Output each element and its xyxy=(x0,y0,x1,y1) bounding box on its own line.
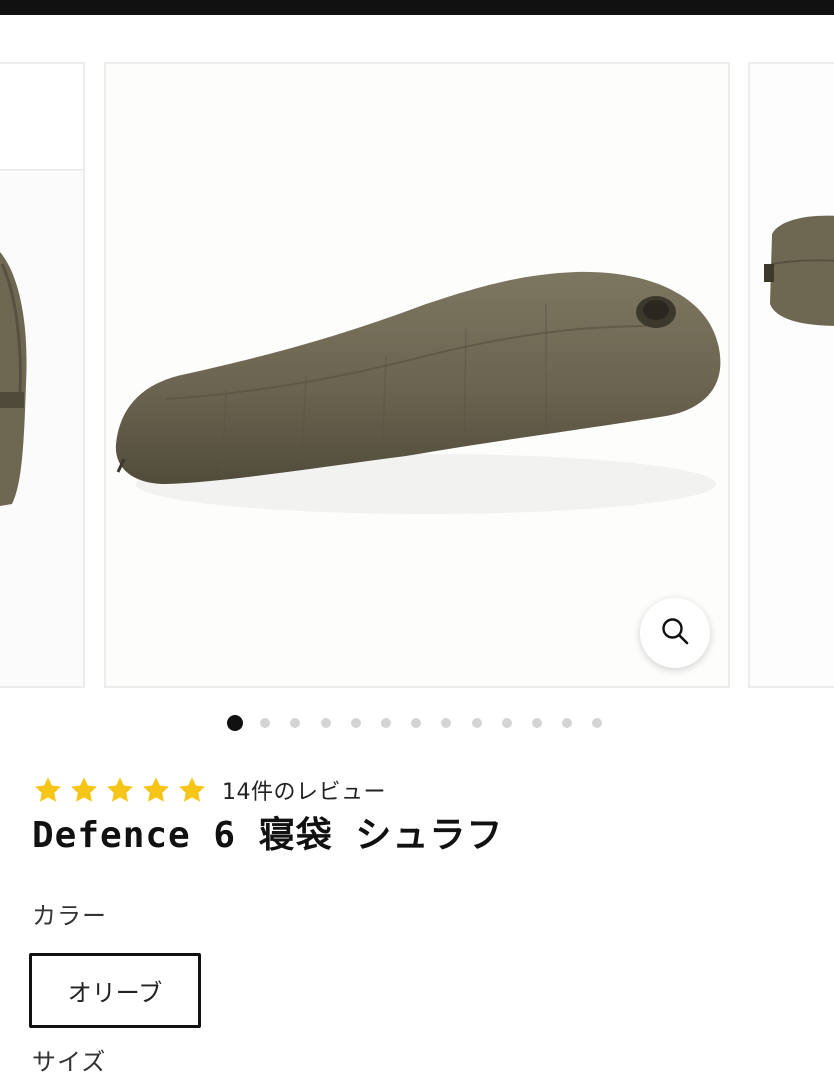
carousel-dot[interactable] xyxy=(441,718,452,728)
carousel-dot[interactable] xyxy=(350,718,361,728)
rolled-sleeping-bag-image xyxy=(0,64,83,686)
carousel-dot[interactable] xyxy=(562,718,573,728)
stuffed-sleeping-bag-image xyxy=(750,64,834,686)
star-icon xyxy=(71,777,97,802)
image-carousel[interactable] xyxy=(0,62,834,688)
magnifier-icon xyxy=(660,616,690,650)
review-count[interactable]: 14件のレビュー xyxy=(222,774,386,806)
carousel-slide-main[interactable] xyxy=(104,62,730,688)
color-swatch-label: オリーブ xyxy=(67,979,163,1007)
carousel-dot[interactable] xyxy=(227,715,243,731)
carousel-dot[interactable] xyxy=(532,718,542,728)
carousel-slide-previous[interactable] xyxy=(0,62,85,688)
carousel-dot[interactable] xyxy=(501,718,512,728)
carousel-dot[interactable] xyxy=(381,718,391,728)
size-option-label: サイズ xyxy=(32,1048,107,1076)
star-icon xyxy=(107,777,133,802)
star-icon xyxy=(143,777,169,802)
star-rating xyxy=(32,775,208,805)
star-icon xyxy=(179,777,205,802)
carousel-pagination xyxy=(0,712,834,734)
sleeping-bag-image xyxy=(106,64,728,686)
zoom-button[interactable] xyxy=(640,598,710,668)
carousel-dot[interactable] xyxy=(320,718,331,728)
carousel-dot[interactable] xyxy=(260,718,271,728)
star-icon xyxy=(35,777,61,802)
product-title: Defence 6 寝袋 シュラフ xyxy=(32,815,504,856)
carousel-dot[interactable] xyxy=(411,718,422,728)
carousel-dot[interactable] xyxy=(290,718,301,728)
rating[interactable]: 14件のレビュー xyxy=(32,775,386,805)
carousel-dot[interactable] xyxy=(471,718,482,728)
color-option-label: カラー xyxy=(32,902,107,930)
top-bar xyxy=(0,0,834,15)
color-swatch-olive[interactable]: オリーブ xyxy=(29,953,201,1028)
carousel-slide-next[interactable] xyxy=(748,62,834,688)
carousel-dot[interactable] xyxy=(592,718,603,728)
